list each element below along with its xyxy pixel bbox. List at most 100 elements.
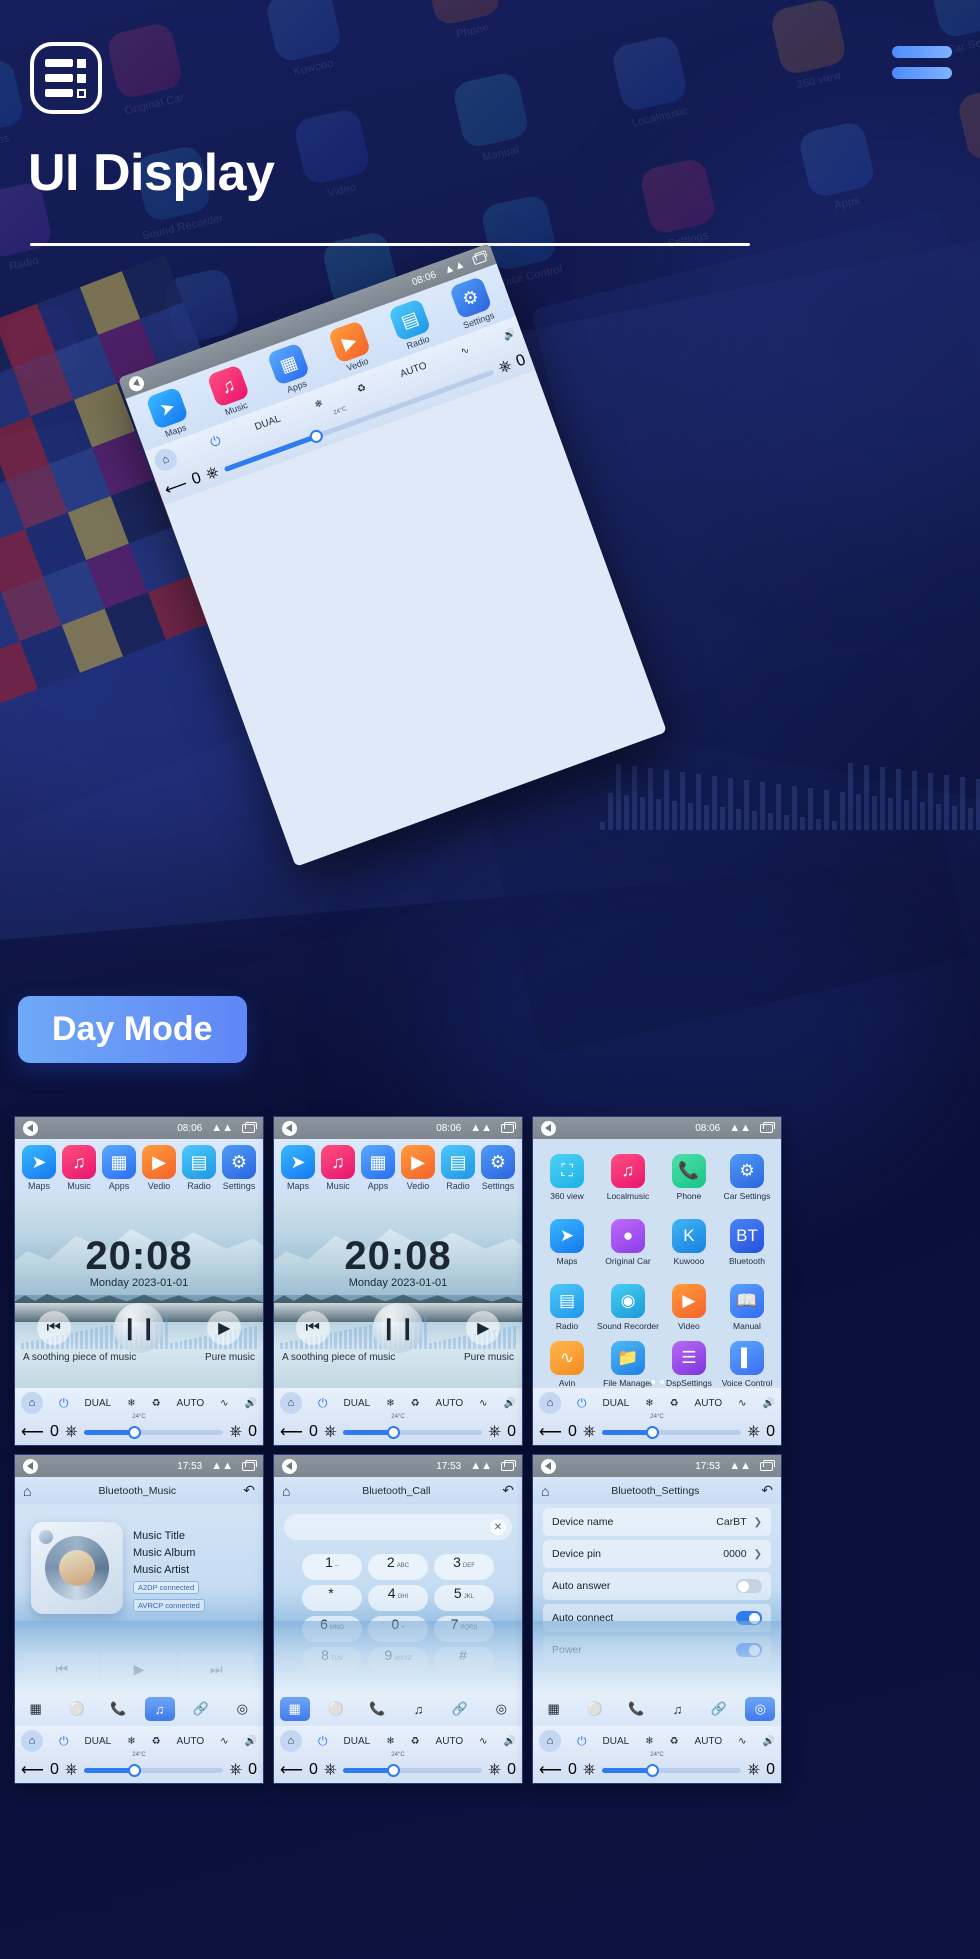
next-button[interactable]: ▶ [207, 1311, 242, 1346]
snowflake-icon[interactable]: ❄ [386, 1398, 394, 1409]
back-arrow-icon[interactable]: ⟵ [21, 1760, 44, 1780]
bt-tab-contacts[interactable]: ⚪ [62, 1697, 92, 1721]
hero-dock-item-settings[interactable]: ⚙ Settings [448, 276, 497, 331]
dual-label[interactable]: DUAL [344, 1398, 371, 1409]
app-cell-localmusic[interactable]: ♫ Localmusic [597, 1146, 659, 1209]
seat-heat-icon[interactable]: ⎈ [488, 1761, 501, 1779]
volume-icon[interactable]: 🔊 [245, 1736, 257, 1747]
volume-icon[interactable]: 🔊 [763, 1736, 775, 1747]
card-climate-bar[interactable]: ⌂ ⏻ DUAL ❄ ♻ AUTO ∿ 🔊 24°C ⟵ 0 ⎈ ⎈ 0 [15, 1388, 263, 1445]
back-arrow-icon[interactable]: ⟵ [539, 1422, 562, 1442]
bt-tab-music[interactable]: ♫ [663, 1697, 693, 1721]
defrost-icon[interactable]: ♻ [411, 1398, 420, 1409]
back-arrow-icon[interactable]: ⟵ [280, 1760, 303, 1780]
play-pause-button[interactable]: ❙❙ [113, 1303, 164, 1354]
dial-input[interactable]: ✕ [284, 1514, 512, 1540]
recents-icon[interactable] [760, 1459, 775, 1471]
defrost-icon[interactable]: ♻ [670, 1736, 679, 1747]
home-icon[interactable]: ⌂ [282, 1483, 290, 1499]
bt-tab-keypad[interactable]: ▦ [279, 1697, 310, 1721]
dual-label[interactable]: DUAL [85, 1398, 112, 1409]
bt-tabbar[interactable]: ▦ ⚪ 📞 ♫ 🔗 ◎ [15, 1692, 263, 1726]
dial-key-5[interactable]: 5 JKL [434, 1585, 494, 1611]
recents-icon[interactable] [760, 1121, 775, 1133]
card-dock[interactable]: ➤ Maps ♫ Music ▦ Apps ▶ Vedio ▤ Radio ⚙ … [15, 1139, 263, 1195]
home-icon[interactable]: ⌂ [539, 1730, 561, 1752]
dial-key-4[interactable]: 4 GHI [368, 1585, 428, 1611]
bt-tab-settings[interactable]: ◎ [745, 1697, 776, 1721]
app-cell-kuwooo[interactable]: K Kuwooo [661, 1211, 717, 1274]
app-cell-sound-recorder[interactable]: ◉ Sound Recorder [597, 1276, 659, 1339]
seat-heat-icon[interactable]: ⎈ [488, 1423, 501, 1441]
bt-tab-phone[interactable]: 📞 [103, 1697, 133, 1721]
seat-left-icon[interactable]: ⎈ [583, 1423, 596, 1441]
volume-icon[interactable]: 🔊 [245, 1398, 257, 1409]
play-pause-button[interactable]: ❙❙ [372, 1303, 423, 1354]
volume-icon[interactable]: 🔊 [763, 1398, 775, 1409]
home-icon[interactable]: ⌂ [21, 1730, 43, 1752]
card-dock-item-apps[interactable]: ▦ Apps [102, 1145, 136, 1191]
back-icon[interactable] [541, 1120, 556, 1136]
fan-slider[interactable] [601, 1425, 742, 1439]
seat-left-icon[interactable]: ⎈ [65, 1761, 78, 1779]
back-icon[interactable] [541, 1458, 556, 1474]
header-menu-bars[interactable] [892, 46, 952, 79]
bt-tab-music[interactable]: ♫ [144, 1697, 175, 1721]
bt-tab-contacts[interactable]: ⚪ [580, 1697, 610, 1721]
return-icon[interactable]: ↶ [502, 1482, 514, 1499]
recents-icon[interactable] [471, 251, 487, 265]
seat-heat-icon[interactable]: ⎈ [747, 1761, 760, 1779]
auto-label[interactable]: AUTO [177, 1736, 205, 1747]
chevron-up-icon[interactable]: ▲▲ [470, 1122, 492, 1134]
card-climate-bar[interactable]: ⌂ ⏻ DUAL ❄ ♻ AUTO ∿ 🔊 24°C ⟵ 0 ⎈ ⎈ 0 [533, 1726, 781, 1783]
fan-icon[interactable]: ∿ [220, 1736, 228, 1747]
seat-heat-icon[interactable]: ⎈ [747, 1423, 760, 1441]
recents-icon[interactable] [501, 1459, 516, 1471]
next-button[interactable]: ▶ [466, 1311, 501, 1346]
bt-tab-contacts[interactable]: ⚪ [321, 1697, 351, 1721]
prev-button[interactable]: ⏮ [36, 1311, 71, 1346]
seat-heat-icon[interactable]: ⎈ [229, 1761, 242, 1779]
auto-label[interactable]: AUTO [177, 1398, 205, 1409]
fan-icon[interactable]: ∿ [479, 1736, 487, 1747]
card-player-controls[interactable]: ⏮ ❙❙ ▶ [15, 1303, 263, 1354]
hero-dock-item-music[interactable]: ♫ Music [206, 364, 254, 419]
card-dock-item-music[interactable]: ♫ Music [321, 1145, 355, 1191]
dial-key-*[interactable]: * [302, 1585, 362, 1611]
defrost-icon[interactable]: ♻ [670, 1398, 679, 1409]
hero-dock-item-maps[interactable]: ➤ Maps [145, 386, 194, 441]
dual-label[interactable]: DUAL [85, 1736, 112, 1747]
dial-key-1[interactable]: 1 -- [302, 1554, 362, 1580]
setting-row-auto-answer[interactable]: Auto answer [543, 1572, 771, 1600]
snowflake-icon[interactable]: ❄ [645, 1398, 653, 1409]
bt-tab-phone[interactable]: 📞 [621, 1697, 651, 1721]
close-icon[interactable]: ✕ [490, 1519, 506, 1535]
fan-slider[interactable] [83, 1763, 224, 1777]
bt-tab-link[interactable]: 🔗 [445, 1697, 475, 1721]
auto-label[interactable]: AUTO [436, 1398, 464, 1409]
back-icon[interactable] [23, 1120, 38, 1136]
defrost-icon[interactable]: ♻ [355, 382, 367, 395]
app-cell-car-settings[interactable]: ⚙ Car Settings [719, 1146, 775, 1209]
home-icon[interactable]: ⌂ [280, 1392, 302, 1414]
chevron-up-icon[interactable]: ▲▲ [729, 1460, 751, 1472]
recents-icon[interactable] [242, 1121, 257, 1133]
volume-icon[interactable]: 🔊 [502, 327, 517, 342]
defrost-icon[interactable]: ♻ [411, 1736, 420, 1747]
defrost-icon[interactable]: ♻ [152, 1736, 161, 1747]
volume-icon[interactable]: 🔊 [504, 1398, 516, 1409]
card-dock-item-music[interactable]: ♫ Music [62, 1145, 96, 1191]
card-dock[interactable]: ➤ Maps ♫ Music ▦ Apps ▶ Vedio ▤ Radio ⚙ … [274, 1139, 522, 1195]
seat-heat-icon[interactable]: ⎈ [229, 1423, 242, 1441]
fan-icon[interactable]: ∿ [459, 344, 471, 357]
hero-dock-item-radio[interactable]: ▤ Radio [388, 298, 436, 353]
prev-button[interactable]: ⏮ [295, 1311, 330, 1346]
seat-left-icon[interactable]: ⎈ [203, 463, 221, 484]
bt-tab-settings[interactable]: ◎ [486, 1697, 516, 1721]
app-cell-phone[interactable]: 📞 Phone [661, 1146, 717, 1209]
home-icon[interactable]: ⌂ [21, 1392, 43, 1414]
chevron-up-icon[interactable]: ▲▲ [729, 1122, 751, 1134]
auto-label[interactable]: AUTO [695, 1398, 723, 1409]
seat-heat-icon[interactable]: ⎈ [496, 356, 514, 377]
card-player-controls[interactable]: ⏮ ❙❙ ▶ [274, 1303, 522, 1354]
